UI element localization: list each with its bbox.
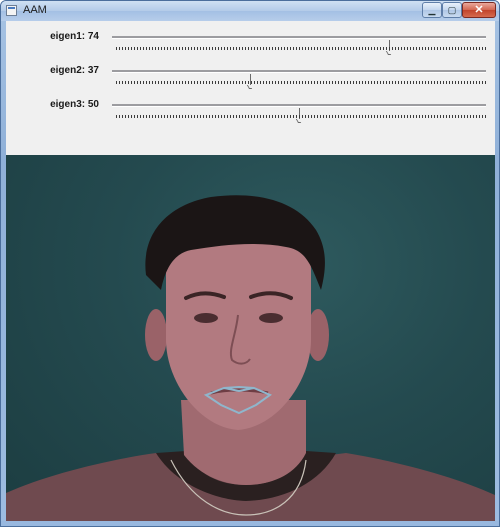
trackbar-eigen2: eigen2: 37 (6, 59, 495, 93)
trackbar-eigen3: eigen3: 50 (6, 93, 495, 127)
minimize-icon: ▁ (428, 5, 436, 15)
trackbar-label: eigen1: 74 (50, 31, 99, 42)
slider-ticks (116, 47, 488, 50)
left-ear (145, 309, 167, 361)
slider-ticks (116, 81, 488, 84)
right-eye (259, 313, 283, 323)
slider-ticks (116, 115, 488, 118)
left-eye (194, 313, 218, 323)
close-button[interactable]: ✕ (462, 2, 496, 18)
close-icon: ✕ (474, 4, 484, 16)
trackbar-label: eigen3: 50 (50, 99, 99, 110)
trackbar-label: eigen2: 37 (50, 65, 99, 76)
minimize-button[interactable]: ▁ (422, 2, 442, 18)
app-icon[interactable] (6, 5, 17, 16)
window-border (1, 521, 499, 526)
window-title: AAM (23, 4, 47, 16)
face-image (6, 195, 495, 522)
trackbar-panel: eigen1: 74 eigen2: 37 eigen3: 50 (6, 21, 495, 155)
slider-track[interactable] (112, 70, 486, 85)
trackbar-eigen1: eigen1: 74 (6, 25, 495, 59)
title-bar[interactable]: AAM ▁ ▢ ✕ (1, 1, 499, 21)
camera-image (6, 155, 495, 522)
slider-track[interactable] (112, 36, 486, 51)
slider-track[interactable] (112, 104, 486, 119)
aam-window: AAM ▁ ▢ ✕ eigen1: 74 eigen2: 37 eigen3: … (0, 0, 500, 527)
maximize-icon: ▢ (447, 5, 457, 15)
maximize-button[interactable]: ▢ (442, 2, 462, 18)
